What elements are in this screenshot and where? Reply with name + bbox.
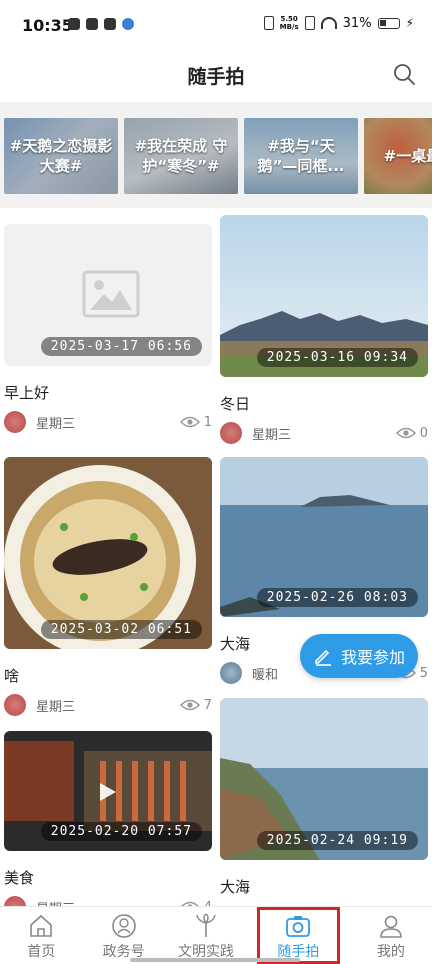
search-icon[interactable] <box>392 62 416 86</box>
status-bar: 10:35 5.50 MB/s 31% ⚡ <box>0 0 432 50</box>
civilization-icon <box>196 913 216 937</box>
tab-label: 首页 <box>27 944 56 960</box>
post-image: 2025-03-17 06:56 <box>4 224 212 366</box>
topic-label: #我与“天鹅”—同框... <box>244 118 358 194</box>
post-date: 2025-03-17 06:56 <box>40 337 202 356</box>
view-count: 5 <box>419 665 428 681</box>
avatar <box>220 422 242 444</box>
topic-card[interactable]: #我在荣成 守护“寒冬”# <box>124 118 238 194</box>
gear-icon <box>122 18 134 30</box>
post-meta: 星期三 7 <box>4 693 212 717</box>
topic-card[interactable]: #一桌最... <box>364 118 432 194</box>
eye-icon <box>395 427 416 439</box>
post-card[interactable]: 2025-03-17 06:56 早上好 星期三 1 <box>4 224 212 434</box>
battery-text: 31% <box>342 15 372 31</box>
sync-icon <box>104 18 116 30</box>
post-author: 星期三 <box>36 699 76 715</box>
post-card[interactable]: 2025-02-20 07:57 美食 星期三 4 <box>4 731 212 919</box>
emblem-icon <box>111 914 136 938</box>
view-count: 1 <box>203 414 212 430</box>
eye-icon <box>179 699 200 711</box>
post-title: 大海 <box>220 878 251 896</box>
post-title: 冬日 <box>220 395 251 413</box>
post-date: 2025-02-26 08:03 <box>256 588 418 607</box>
topic-label: #我在荣成 守护“寒冬”# <box>124 118 238 194</box>
tab-mine[interactable]: 我的 <box>350 907 432 964</box>
topic-card[interactable]: #我与“天鹅”—同框... <box>244 118 358 194</box>
topic-label: #一桌最... <box>364 118 432 194</box>
camera-icon <box>286 916 311 937</box>
home-icon <box>30 914 53 937</box>
post-image: 2025-03-16 09:34 <box>220 215 428 377</box>
charging-icon: ⚡ <box>405 16 414 30</box>
post-author: 星期三 <box>252 427 292 443</box>
post-image: 2025-02-20 07:57 <box>4 731 212 851</box>
page-title: 随手拍 <box>187 66 245 88</box>
eye-icon <box>179 416 200 428</box>
tab-label: 我的 <box>376 944 405 960</box>
post-image: 2025-02-24 09:19 <box>220 698 428 860</box>
post-title: 美食 <box>4 869 35 887</box>
topic-strip[interactable]: #天鹅之恋摄影大赛# #我在荣成 守护“寒冬”# #我与“天鹅”—同框... #… <box>4 118 432 194</box>
screen: 10:35 5.50 MB/s 31% ⚡ 随手拍 #天鹅之恋摄影大赛# #我在… <box>0 0 432 964</box>
wechat-icon <box>68 18 80 30</box>
post-title: 早上好 <box>4 384 50 402</box>
vibrate-icon <box>263 16 274 30</box>
app-icon <box>86 18 98 30</box>
post-meta: 星期三 1 <box>4 410 212 434</box>
bottom-tab-bar: 首页 政务号 文明实践 随手拍 我的 <box>0 906 432 964</box>
clock: 10:35 <box>22 16 73 35</box>
app-header: 随手拍 <box>0 50 432 100</box>
topic-card[interactable]: #天鹅之恋摄影大赛# <box>4 118 118 194</box>
net-speed: 5.50 MB/s <box>279 15 299 31</box>
post-date: 2025-03-02 06:51 <box>40 620 202 639</box>
post-image: 2025-03-02 06:51 <box>4 457 212 649</box>
post-card[interactable]: 2025-03-02 06:51 啥 星期三 7 <box>4 457 212 717</box>
avatar <box>4 411 26 433</box>
wifi-icon <box>320 17 337 29</box>
topic-label: #天鹅之恋摄影大赛# <box>4 118 118 194</box>
system-icons: 5.50 MB/s 31% ⚡ <box>263 15 414 31</box>
post-card[interactable]: 2025-03-16 09:34 冬日 星期三 0 <box>220 215 428 445</box>
sim-icon <box>304 16 315 30</box>
post-image: 2025-02-26 08:03 <box>220 457 428 617</box>
pencil-icon <box>315 649 331 666</box>
post-card[interactable]: 2025-02-24 09:19 大海 <box>220 698 428 896</box>
view-count: 7 <box>203 697 212 713</box>
tab-civilization[interactable]: 文明实践 <box>165 907 247 964</box>
post-date: 2025-02-20 07:57 <box>40 822 202 841</box>
view-count: 0 <box>419 425 428 441</box>
person-icon <box>380 915 402 938</box>
post-date: 2025-02-24 09:19 <box>256 831 418 850</box>
tab-government[interactable]: 政务号 <box>82 907 164 964</box>
post-author: 星期三 <box>36 416 76 432</box>
post-meta: 星期三 0 <box>220 421 428 445</box>
post-title: 啥 <box>4 667 20 685</box>
notification-icons <box>68 18 134 30</box>
tab-snapshot[interactable]: 随手拍 <box>257 907 340 964</box>
tab-home[interactable]: 首页 <box>0 907 82 964</box>
join-button-label: 我要参加 <box>340 648 405 667</box>
avatar <box>4 694 26 716</box>
image-placeholder-icon <box>82 270 140 318</box>
post-date: 2025-03-16 09:34 <box>256 348 418 367</box>
home-indicator[interactable] <box>130 958 300 962</box>
avatar <box>220 662 242 684</box>
battery-icon <box>377 17 400 29</box>
join-button[interactable]: 我要参加 <box>300 634 418 678</box>
